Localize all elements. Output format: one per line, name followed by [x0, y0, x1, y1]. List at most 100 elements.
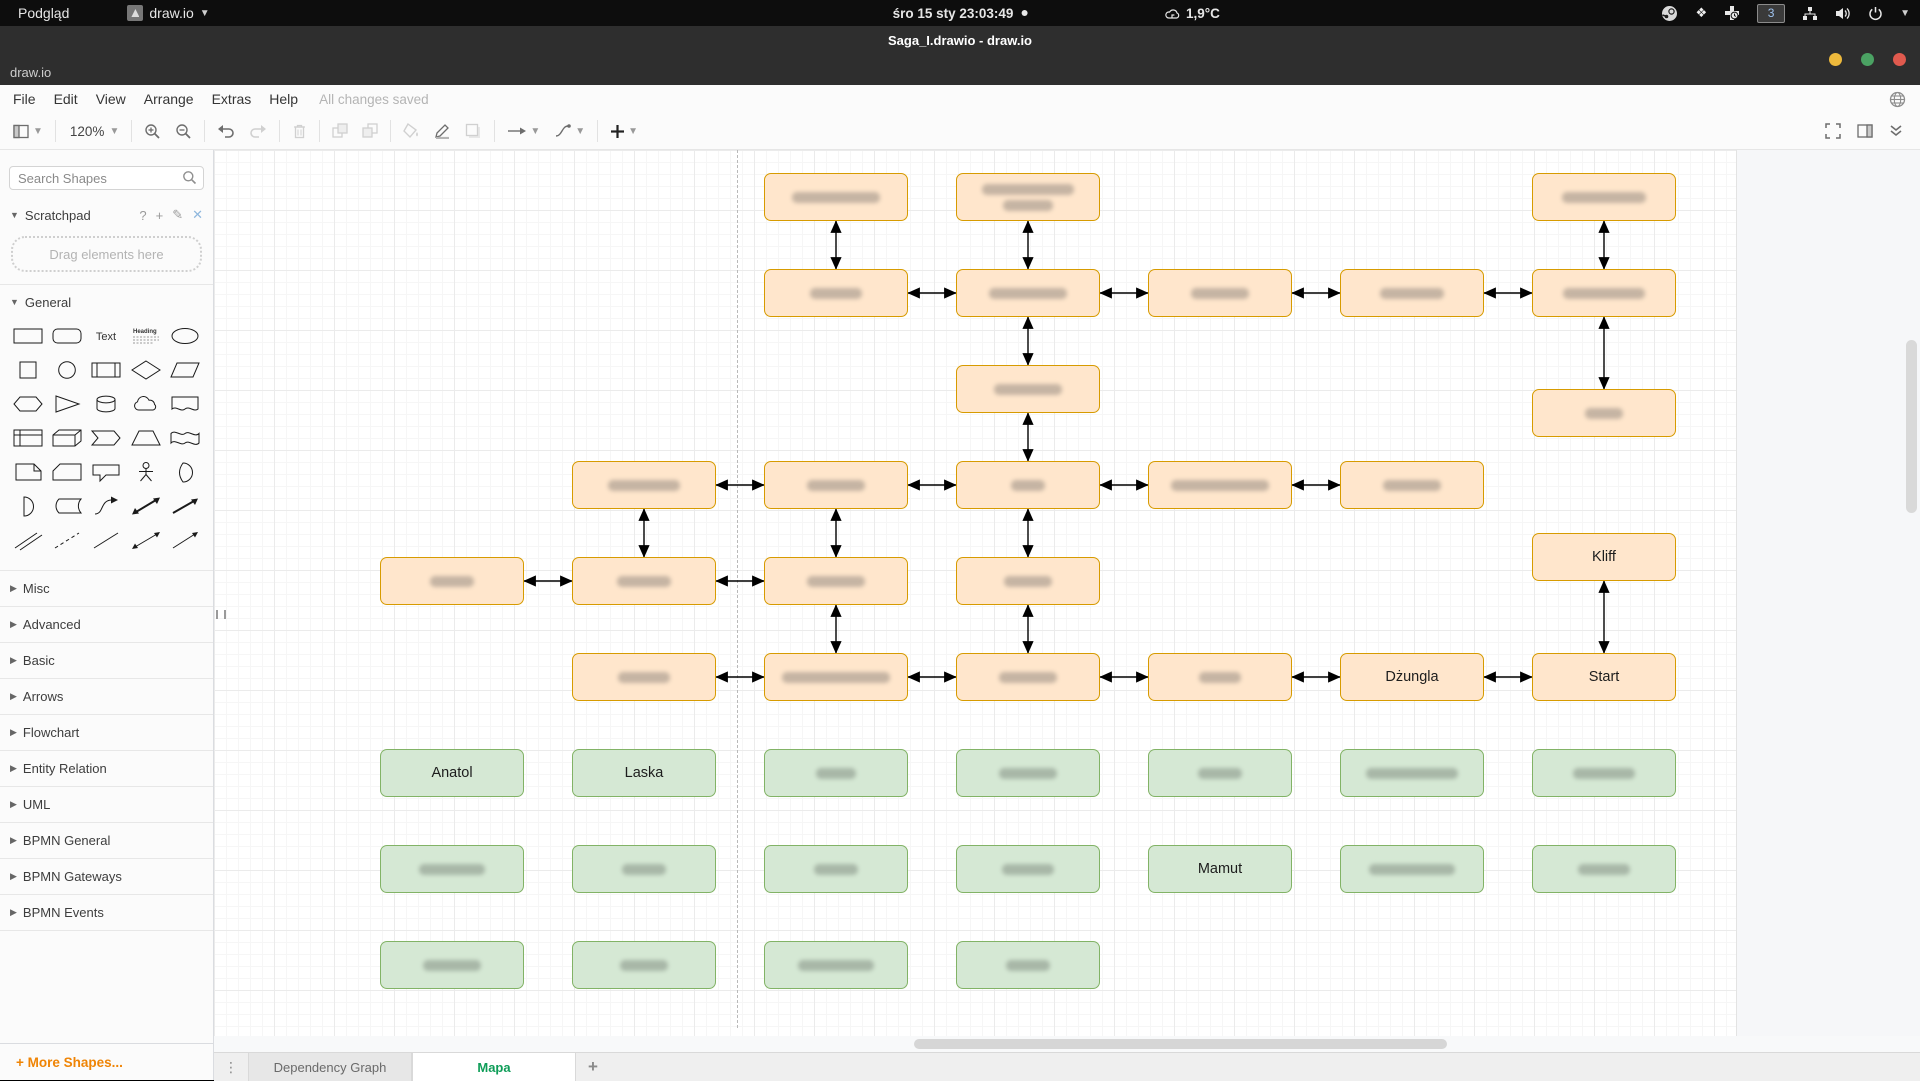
language-globe-icon[interactable]: [1889, 91, 1906, 108]
shape-directional-connector[interactable]: [166, 523, 205, 556]
shape-dashed-line[interactable]: [47, 523, 86, 556]
menu-item-help[interactable]: Help: [260, 91, 307, 107]
waypoint-style-button[interactable]: ▼: [547, 117, 592, 145]
shape-process[interactable]: [87, 353, 126, 386]
diagram-node-redacted[interactable]: [1532, 749, 1676, 797]
shadow-button[interactable]: [458, 117, 489, 145]
shape-rounded-rectangle[interactable]: [47, 319, 86, 352]
shape-diamond[interactable]: [126, 353, 165, 386]
scratchpad-add-icon[interactable]: +: [156, 208, 164, 223]
diagram-node-redacted[interactable]: [956, 269, 1100, 317]
shape-text[interactable]: Text: [87, 319, 126, 352]
scratchpad-dropzone[interactable]: Drag elements here: [11, 236, 202, 272]
zoom-level-button[interactable]: 120% ▼: [61, 117, 126, 145]
diagram-node-redacted[interactable]: [1148, 269, 1292, 317]
shape-cloud[interactable]: [126, 387, 165, 420]
to-front-button[interactable]: [325, 117, 355, 145]
connection-style-button[interactable]: ▼: [500, 117, 547, 145]
shape-circle[interactable]: [47, 353, 86, 386]
diagram-node-laska[interactable]: Laska: [572, 749, 716, 797]
vertical-scrollbar-thumb[interactable]: [1906, 340, 1917, 513]
shape-link[interactable]: [8, 523, 47, 556]
scratchpad-header[interactable]: ▼ Scratchpad ? + ✎ ✕: [0, 204, 213, 226]
diagram-node-redacted[interactable]: [956, 365, 1100, 413]
scratchpad-close-icon[interactable]: ✕: [192, 207, 203, 223]
diagram-node-redacted[interactable]: [764, 845, 908, 893]
shape-and[interactable]: [8, 489, 47, 522]
diagram-node-redacted[interactable]: [1532, 269, 1676, 317]
shape-internal-storage[interactable]: [8, 421, 47, 454]
fullscreen-button[interactable]: [1818, 117, 1848, 145]
shape-square[interactable]: [8, 353, 47, 386]
diagram-node-redacted[interactable]: [956, 941, 1100, 989]
diagram-node-redacted[interactable]: [956, 845, 1100, 893]
diagram-node-redacted[interactable]: [764, 269, 908, 317]
pages-menu-button[interactable]: ⋮: [214, 1053, 248, 1081]
diagram-node-redacted[interactable]: [1340, 461, 1484, 509]
menu-item-extras[interactable]: Extras: [203, 91, 261, 107]
delete-button[interactable]: [285, 117, 314, 145]
health-clock-icon[interactable]: [1724, 5, 1740, 21]
minimize-button[interactable]: [1829, 53, 1842, 66]
shape-bidirectional-connector[interactable]: [126, 523, 165, 556]
shape-textbox[interactable]: Heading: [126, 319, 165, 352]
menu-item-arrange[interactable]: Arrange: [135, 91, 203, 107]
shape-step[interactable]: [87, 421, 126, 454]
sidebar-section-arrows[interactable]: ▶Arrows: [0, 678, 213, 714]
line-color-button[interactable]: [427, 117, 458, 145]
menu-item-file[interactable]: File: [4, 91, 45, 107]
diagram-node-redacted[interactable]: [572, 557, 716, 605]
power-icon[interactable]: [1868, 6, 1883, 21]
shape-cube[interactable]: [47, 421, 86, 454]
shape-hexagon[interactable]: [8, 387, 47, 420]
diagram-node-redacted[interactable]: [764, 941, 908, 989]
steam-icon[interactable]: [1661, 5, 1678, 22]
diagram-node-redacted[interactable]: [1532, 845, 1676, 893]
scratchpad-edit-icon[interactable]: ✎: [172, 207, 183, 223]
to-back-button[interactable]: [355, 117, 385, 145]
diagram-node-mamut[interactable]: Mamut: [1148, 845, 1292, 893]
shape-note[interactable]: [8, 455, 47, 488]
tab-dependency-graph[interactable]: Dependency Graph: [248, 1053, 412, 1081]
diagram-node-redacted[interactable]: [1532, 173, 1676, 221]
diagram-node-redacted[interactable]: [380, 941, 524, 989]
diagram-node-redacted[interactable]: [572, 653, 716, 701]
shape-triangle[interactable]: [47, 387, 86, 420]
workspace-indicator[interactable]: 3: [1757, 4, 1785, 23]
diagram-node-kliff[interactable]: Kliff: [1532, 533, 1676, 581]
diagram-node-redacted[interactable]: [380, 845, 524, 893]
diagram-node-redacted[interactable]: [1340, 845, 1484, 893]
network-tree-icon[interactable]: [1802, 6, 1818, 21]
diagram-node-redacted[interactable]: [956, 557, 1100, 605]
diagram-node-redacted[interactable]: [1148, 749, 1292, 797]
diagram-node-dżungla[interactable]: Dżungla: [1340, 653, 1484, 701]
sidebar-section-bpmn-gateways[interactable]: ▶BPMN Gateways: [0, 858, 213, 894]
diagram-node-redacted[interactable]: [764, 653, 908, 701]
shape-cylinder[interactable]: [87, 387, 126, 420]
tray-chevron-icon[interactable]: ▼: [1900, 8, 1910, 19]
redo-button[interactable]: [242, 117, 274, 145]
shape-rectangle[interactable]: [8, 319, 47, 352]
activities-button[interactable]: Podgląd: [12, 5, 75, 21]
search-shapes-input[interactable]: [9, 166, 204, 190]
diagram-node-redacted[interactable]: [956, 173, 1100, 221]
sidebar-section-basic[interactable]: ▶Basic: [0, 642, 213, 678]
sidebar-section-bpmn-events[interactable]: ▶BPMN Events: [0, 894, 213, 931]
clock[interactable]: śro 15 sty 23:03:49: [893, 6, 1014, 21]
shape-ellipse[interactable]: [166, 319, 205, 352]
shape-trapezoid[interactable]: [126, 421, 165, 454]
diagram-node-redacted[interactable]: [380, 557, 524, 605]
dropbox-icon[interactable]: ❖: [1695, 5, 1707, 21]
shape-callout[interactable]: [87, 455, 126, 488]
diagram-node-redacted[interactable]: [764, 557, 908, 605]
diagram-node-redacted[interactable]: [1340, 269, 1484, 317]
sidebar-section-advanced[interactable]: ▶Advanced: [0, 606, 213, 642]
diagram-node-redacted[interactable]: [572, 941, 716, 989]
more-shapes-button[interactable]: + More Shapes...: [16, 1055, 123, 1070]
add-page-button[interactable]: +: [576, 1053, 610, 1081]
diagram-node-redacted[interactable]: [1532, 389, 1676, 437]
volume-icon[interactable]: [1835, 6, 1851, 21]
shape-tape[interactable]: [166, 421, 205, 454]
menu-item-view[interactable]: View: [87, 91, 135, 107]
horizontal-scrollbar-thumb[interactable]: [914, 1039, 1447, 1049]
